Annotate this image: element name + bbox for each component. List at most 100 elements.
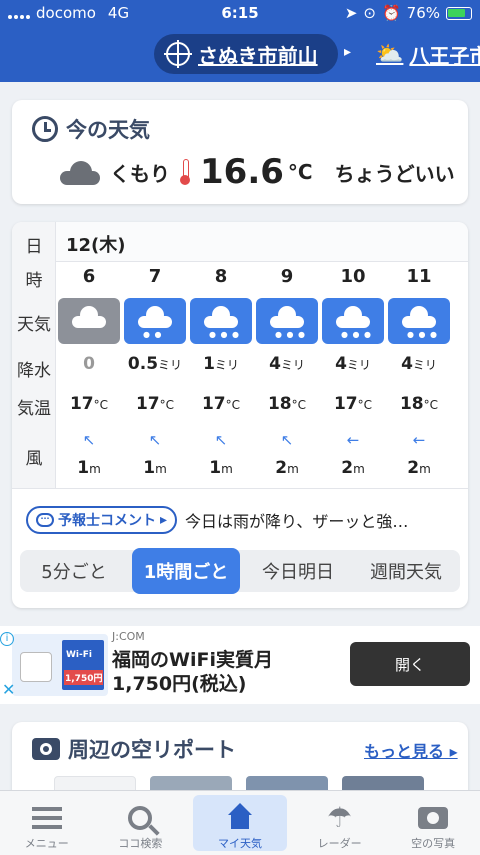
next-location-link[interactable]: ⛅ 八王子市 bbox=[376, 40, 480, 69]
tab-label: マイ天気 bbox=[217, 837, 262, 850]
radar-icon: ☂ bbox=[327, 801, 353, 834]
partly-cloudy-icon: ⛅ bbox=[376, 42, 404, 67]
ad-thumb-label: Wi-Fi bbox=[66, 650, 92, 660]
current-condition: くもり bbox=[110, 161, 170, 186]
segment-0[interactable]: 5分ごと bbox=[20, 550, 128, 592]
row-labels: 日 時 天気 降水 気温 風 bbox=[12, 222, 56, 488]
wind-direction-icon: ↖ bbox=[82, 431, 96, 449]
camera-icon bbox=[418, 807, 449, 829]
temp-value: 17°C bbox=[333, 394, 373, 414]
forecaster-comment[interactable]: ··· 予報士コメント ▸ 今日は雨が降り、ザーッと強… bbox=[26, 506, 408, 534]
tab-menu[interactable]: メニュー bbox=[0, 791, 94, 855]
home-icon bbox=[225, 803, 255, 833]
battery-icon bbox=[446, 6, 472, 20]
lock-rotation-icon: ⊙ bbox=[363, 4, 376, 22]
next-location-name: 八王子市 bbox=[409, 44, 480, 68]
hour-column: 6 0 17°C ↖ 1m bbox=[56, 262, 122, 488]
row-label-hour: 時 bbox=[25, 271, 43, 291]
precip-value: 1ミリ bbox=[203, 354, 239, 374]
hour-label: 10 bbox=[340, 266, 366, 287]
ad-close-icon[interactable]: ✕ bbox=[2, 680, 15, 699]
wind-speed: 1m bbox=[77, 458, 101, 478]
wind-direction-icon: ↖ bbox=[280, 431, 294, 449]
current-temperature: 16.6 bbox=[200, 152, 284, 192]
menu-icon bbox=[31, 807, 62, 829]
interval-selector[interactable]: 5分ごと 1時間ごと 今日明日 週間天気 bbox=[20, 548, 460, 594]
precip-value: 4ミリ bbox=[269, 354, 305, 374]
tab-label: ココ検索 bbox=[118, 837, 163, 850]
tab-label: メニュー bbox=[24, 837, 69, 850]
cloudy-icon bbox=[60, 159, 100, 185]
speech-bubble-icon: ··· bbox=[36, 513, 54, 527]
segment-1[interactable]: 1時間ごと bbox=[132, 548, 240, 594]
comment-text: 今日は雨が降り、ザーッと強… bbox=[185, 512, 409, 531]
row-label-day: 日 bbox=[25, 237, 43, 257]
ad-info-icon[interactable]: i bbox=[0, 632, 14, 646]
tab-sky-photos[interactable]: 空の写真 bbox=[386, 791, 480, 855]
heavy-rain-icon: ● ● ● bbox=[256, 298, 318, 344]
tab-my-weather[interactable]: マイ天気 bbox=[193, 795, 287, 851]
heavy-rain-icon: ● ● ● bbox=[322, 298, 384, 344]
hour-column: 9 ● ● ● 4ミリ 18°C ↖ 2m bbox=[254, 262, 320, 488]
clock-icon bbox=[32, 116, 58, 142]
wind-speed: 2m bbox=[275, 458, 299, 478]
row-label-temp: 気温 bbox=[17, 399, 51, 419]
wind-direction-icon: ← bbox=[346, 431, 360, 449]
current-location-button[interactable]: さぬき市前山 bbox=[154, 34, 338, 74]
temp-value: 17°C bbox=[201, 394, 241, 414]
ad-headline-line1: 福岡のWiFi実質月 bbox=[112, 649, 273, 671]
ad-banner[interactable]: Wi-Fi 1,750円 J:COM 福岡のWiFi実質月 1,750円(税込)… bbox=[0, 626, 480, 704]
wind-speed: 2m bbox=[407, 458, 431, 478]
day-label: 12(木) bbox=[66, 235, 126, 256]
cloudy-icon bbox=[58, 298, 120, 344]
wind-direction-icon: ↖ bbox=[214, 431, 228, 449]
hour-columns[interactable]: 6 0 17°C ↖ 1m 7 ● ● 0.5ミリ 17°C ↖ 1m 8 ● ● ● 1ミリ 17°C ↖ 1… bbox=[56, 262, 468, 488]
heavy-rain-icon: ● ● ● bbox=[190, 298, 252, 344]
see-more-label: もっと見る bbox=[364, 742, 445, 761]
ad-open-button[interactable]: 開く bbox=[350, 642, 470, 686]
alarm-icon: ⏰ bbox=[381, 4, 401, 22]
hour-label: 6 bbox=[82, 266, 96, 287]
chevron-right-icon: ▸ bbox=[344, 44, 352, 60]
rain-icon: ● ● bbox=[124, 298, 186, 344]
wind-speed: 1m bbox=[209, 458, 233, 478]
hour-label: 8 bbox=[214, 266, 228, 287]
ad-headline-line2: 1,750円(税込) bbox=[112, 673, 247, 695]
hour-column: 8 ● ● ● 1ミリ 17°C ↖ 1m bbox=[188, 262, 254, 488]
wind-direction-icon: ↖ bbox=[148, 431, 162, 449]
temp-value: 18°C bbox=[399, 394, 439, 414]
router-image bbox=[20, 652, 52, 682]
ad-image: Wi-Fi 1,750円 bbox=[12, 634, 108, 696]
segment-2[interactable]: 今日明日 bbox=[244, 550, 352, 592]
camera-icon bbox=[32, 738, 60, 760]
location-name: さぬき市前山 bbox=[198, 43, 318, 68]
see-more-link[interactable]: もっと見る ▸ bbox=[364, 738, 458, 762]
tab-radar[interactable]: ☂ レーダー bbox=[293, 791, 387, 855]
forecaster-comment-button[interactable]: ··· 予報士コメント ▸ bbox=[26, 506, 178, 534]
hour-label: 11 bbox=[406, 266, 432, 287]
feel-description: ちょうどいい bbox=[334, 161, 455, 186]
ad-headline: 福岡のWiFi実質月 1,750円(税込) bbox=[112, 648, 273, 696]
divider bbox=[12, 488, 468, 489]
chevron-right-icon: ▸ bbox=[160, 512, 168, 528]
tab-search[interactable]: ココ検索 bbox=[94, 791, 188, 855]
hour-column: 7 ● ● 0.5ミリ 17°C ↖ 1m bbox=[122, 262, 188, 488]
wind-speed: 1m bbox=[143, 458, 167, 478]
ad-brand: J:COM bbox=[112, 630, 145, 643]
heavy-rain-icon: ● ● ● bbox=[388, 298, 450, 344]
bottom-tab-bar: メニュー ココ検索 マイ天気 ☂ レーダー 空の写真 bbox=[0, 790, 480, 855]
tab-label: 空の写真 bbox=[411, 837, 456, 850]
search-icon bbox=[128, 806, 153, 830]
temp-value: 18°C bbox=[267, 394, 307, 414]
status-bar: docomo 4G 6:15 ➤ ⊙ ⏰ 76% bbox=[0, 0, 480, 28]
ad-thumb-price: 1,750円 bbox=[64, 670, 104, 685]
segment-3[interactable]: 週間天気 bbox=[352, 550, 460, 592]
wind-direction-icon: ← bbox=[412, 431, 426, 449]
row-label-wind: 風 bbox=[25, 449, 43, 469]
thermometer-icon bbox=[180, 159, 190, 185]
temperature-unit: °C bbox=[287, 160, 313, 184]
precip-value: 4ミリ bbox=[335, 354, 371, 374]
current-weather-card: 今の天気 くもり 16.6 °C ちょうどいい bbox=[12, 100, 468, 204]
sky-report-title: 周辺の空リポート bbox=[68, 738, 236, 762]
hour-column: 10 ● ● ● 4ミリ 17°C ← 2m bbox=[320, 262, 386, 488]
